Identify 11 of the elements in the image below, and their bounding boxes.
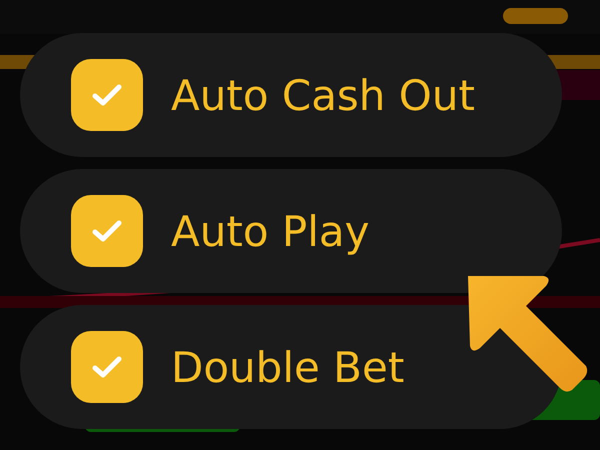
check-icon bbox=[92, 219, 122, 243]
option-row[interactable]: Auto Cash Out bbox=[20, 33, 562, 157]
option-label: Auto Cash Out bbox=[171, 70, 475, 120]
checkbox[interactable] bbox=[71, 59, 143, 131]
checkbox[interactable] bbox=[71, 331, 143, 403]
option-label: Auto Play bbox=[171, 206, 370, 256]
option-row[interactable]: Auto Play bbox=[20, 169, 562, 293]
option-label: Double Bet bbox=[171, 342, 404, 392]
check-icon bbox=[92, 355, 122, 379]
check-icon bbox=[92, 83, 122, 107]
checkbox[interactable] bbox=[71, 195, 143, 267]
